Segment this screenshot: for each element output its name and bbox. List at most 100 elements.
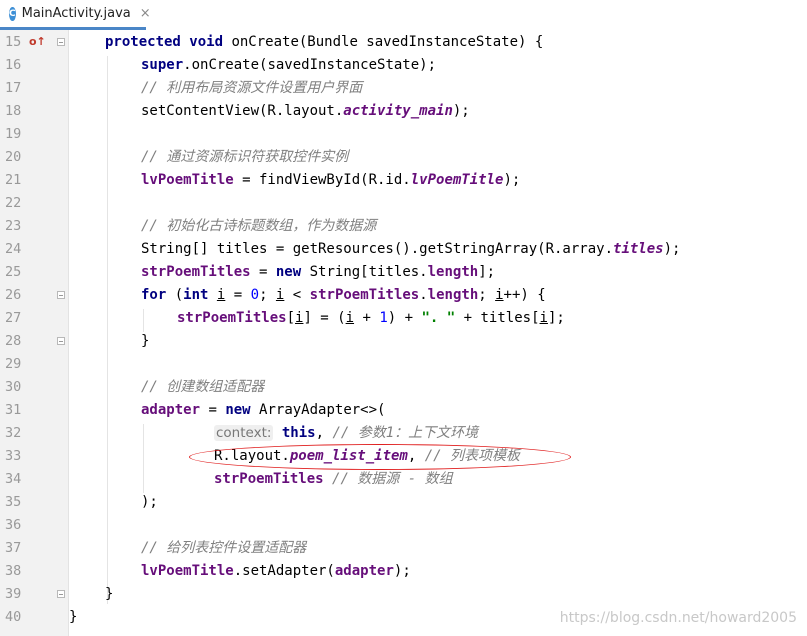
- field-ref: lvPoemTitle: [141, 563, 234, 579]
- code-text: (: [166, 287, 184, 303]
- line-number: 25: [5, 264, 22, 280]
- line-number: 18: [5, 103, 22, 119]
- code-text: =: [225, 287, 251, 303]
- comment: // 给列表控件设置适配器: [141, 540, 307, 556]
- code-text: }: [69, 609, 78, 625]
- code-line: 21 lvPoemTitle = findViewById(R.id.lvPoe…: [0, 169, 807, 192]
- field-ref: strPoemTitles: [141, 264, 251, 280]
- field-ref: lvPoemTitle: [141, 172, 234, 188]
- fold-toggle-icon[interactable]: [57, 590, 65, 598]
- code-text: ];: [547, 310, 565, 326]
- comment: // 参数1：上下文环境: [332, 425, 479, 441]
- code-line: 34 strPoemTitles // 数据源 - 数组: [0, 468, 807, 491]
- line-number: 23: [5, 218, 22, 234]
- class-file-icon: C: [9, 6, 16, 21]
- code-line: 26 for (int i = 0; i < strPoemTitles.len…: [0, 284, 807, 307]
- code-line: 27 strPoemTitles[i] = (i + 1) + ". " + t…: [0, 307, 807, 330]
- fold-toggle-icon[interactable]: [57, 291, 65, 299]
- line-number: 19: [5, 126, 22, 142]
- code-text: ;: [259, 287, 276, 303]
- comment: // 数据源 - 数组: [332, 471, 453, 487]
- code-line: 22: [0, 192, 807, 215]
- code-text: + titles[: [455, 310, 540, 326]
- code-line: 37 // 给列表控件设置适配器: [0, 537, 807, 560]
- code-line: 35 );: [0, 491, 807, 514]
- fold-toggle-icon[interactable]: [57, 38, 65, 46]
- keyword: new: [275, 264, 302, 280]
- fold-toggle-icon[interactable]: [57, 337, 65, 345]
- line-number: 26: [5, 287, 22, 303]
- watermark: https://blog.csdn.net/howard2005: [559, 610, 797, 626]
- keyword: new: [225, 402, 251, 418]
- line-number: 36: [5, 517, 22, 533]
- code-line: 16 super.onCreate(savedInstanceState);: [0, 54, 807, 77]
- code-line: 19: [0, 123, 807, 146]
- comment: // 利用布局资源文件设置用户界面: [141, 80, 363, 96]
- field-ref: activity_main: [343, 103, 453, 119]
- code-text: .setAdapter(: [233, 563, 335, 579]
- code-text: <: [284, 287, 310, 303]
- annotation-ellipse: [189, 444, 571, 470]
- line-number: 28: [5, 333, 22, 349]
- code-line: 23 // 初始化古诗标题数组，作为数据源: [0, 215, 807, 238]
- code-line: 25 strPoemTitles = new String[titles.len…: [0, 261, 807, 284]
- line-number: 34: [5, 471, 22, 487]
- code-line: 24 String[] titles = getResources().getS…: [0, 238, 807, 261]
- field-ref: strPoemTitles: [214, 471, 324, 487]
- keyword: this: [281, 425, 316, 441]
- override-icon[interactable]: o↑: [29, 35, 46, 48]
- line-number: 15: [5, 34, 22, 50]
- code-text: ArrayAdapter<>(: [250, 402, 386, 418]
- code-text: .onCreate(savedInstanceState);: [183, 57, 437, 73]
- close-icon[interactable]: ×: [140, 6, 151, 21]
- line-number: 40: [5, 609, 22, 625]
- line-number: 17: [5, 80, 22, 96]
- line-number: 33: [5, 448, 22, 464]
- code-line: 20 // 通过资源标识符获取控件实例: [0, 146, 807, 169]
- keyword: int: [183, 287, 209, 303]
- field-ref: strPoemTitles: [309, 287, 420, 303]
- code-line: 39 }: [0, 583, 807, 606]
- code-line: 30 // 创建数组适配器: [0, 376, 807, 399]
- keyword: void: [189, 34, 224, 50]
- parameter-hint: context:: [214, 425, 274, 441]
- line-number: 31: [5, 402, 22, 418]
- line-number: 38: [5, 563, 22, 579]
- line-number: 35: [5, 494, 22, 510]
- line-number: 27: [5, 310, 22, 326]
- code-text: );: [503, 172, 521, 188]
- code-text: }: [105, 586, 114, 602]
- line-number: 37: [5, 540, 22, 556]
- code-text: ++) {: [503, 287, 546, 303]
- line-number: 22: [5, 195, 22, 211]
- code-line: 32 context: this, // 参数1：上下文环境: [0, 422, 807, 445]
- code-text: = findViewById(R.id.: [233, 172, 411, 188]
- field-ref: titles: [613, 241, 664, 257]
- code-line: 28 }: [0, 330, 807, 353]
- code-text: =: [250, 264, 276, 280]
- code-text: =: [200, 402, 226, 418]
- tab-label: MainActivity.java: [21, 6, 131, 21]
- tab-main-activity[interactable]: C MainActivity.java ×: [0, 0, 151, 30]
- line-number: 21: [5, 172, 22, 188]
- code-text: ;: [478, 287, 496, 303]
- line-number: 29: [5, 356, 22, 372]
- code-text: ];: [478, 264, 496, 280]
- code-text: [: [286, 310, 296, 326]
- comment: // 通过资源标识符获取控件实例: [141, 149, 349, 165]
- code-text: );: [141, 494, 158, 510]
- code-line: 17 // 利用布局资源文件设置用户界面: [0, 77, 807, 100]
- code-text: ,: [315, 425, 333, 441]
- string-literal: ". ": [421, 310, 456, 326]
- variable: i: [539, 310, 548, 326]
- code-text: );: [393, 563, 411, 579]
- field-ref: adapter: [141, 402, 201, 418]
- line-number: 30: [5, 379, 22, 395]
- code-text: );: [452, 103, 470, 119]
- number-literal: 1: [379, 310, 388, 326]
- line-number: 16: [5, 57, 22, 73]
- code-text: .: [419, 287, 428, 303]
- code-text: String[] titles = getResources().getStri…: [141, 241, 614, 257]
